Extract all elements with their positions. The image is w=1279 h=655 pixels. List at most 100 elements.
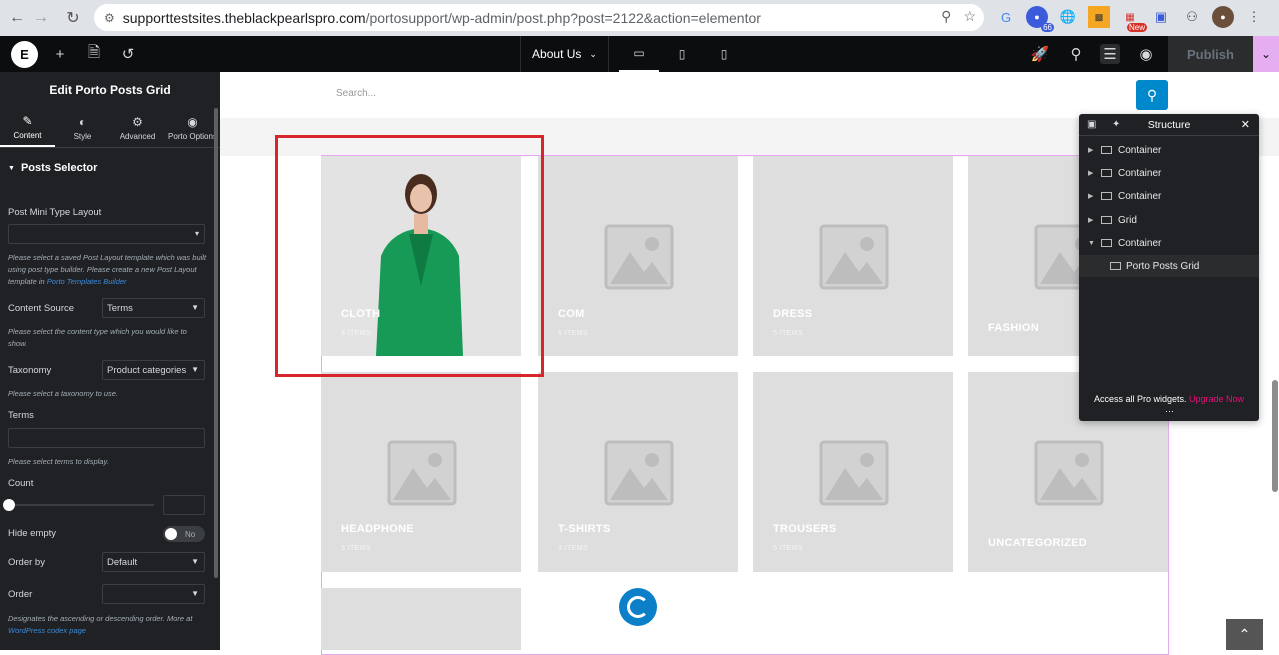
caret-down-icon: ▼ [8, 164, 15, 172]
back-icon[interactable]: ← [4, 5, 30, 31]
tablet-view-icon[interactable]: ▯ [662, 36, 702, 72]
image-placeholder-icon [604, 440, 674, 506]
container-icon [1101, 146, 1112, 154]
count-slider-track[interactable] [8, 504, 154, 506]
count-input[interactable] [163, 495, 205, 515]
gear-icon: ⚙ [132, 114, 143, 129]
order-help: Designates the ascending or descending o… [8, 614, 193, 635]
contrast-icon: ◐ [78, 114, 87, 129]
browser-menu-icon[interactable]: ⋮ [1243, 6, 1265, 28]
profile-avatar[interactable]: ● [1212, 6, 1234, 28]
caret-right-icon: ▶ [1088, 147, 1094, 154]
caret-down-icon: ▼ [191, 365, 199, 374]
caret-down-icon: ▼ [191, 303, 199, 312]
extension-icon[interactable]: ▩ [1088, 6, 1110, 28]
translate-extension-icon[interactable]: G [995, 6, 1017, 28]
category-tile[interactable]: TROUSERS 5 ITEMS [753, 372, 953, 572]
page-scrollbar[interactable] [1272, 380, 1278, 492]
terms-help: Please select terms to display. [8, 457, 109, 466]
tab-advanced[interactable]: ⚙ Advanced [110, 108, 165, 147]
category-tile[interactable] [321, 588, 521, 650]
category-tile[interactable]: COM 5 ITEMS [538, 156, 738, 356]
page-settings-icon[interactable]: 🗎 [84, 44, 104, 64]
post-mini-type-select[interactable]: ▾ [8, 224, 205, 244]
pencil-icon: ✎ [22, 113, 33, 128]
notifications-icon[interactable]: 🚀 [1030, 44, 1050, 64]
caret-down-icon: ▼ [191, 557, 199, 566]
category-tile[interactable]: DRESS 5 ITEMS [753, 156, 953, 356]
extension-icon[interactable]: ● 66 [1026, 6, 1054, 32]
upgrade-now-link[interactable]: Upgrade Now [1189, 394, 1244, 404]
hide-empty-label: Hide empty [8, 528, 57, 539]
site-info-icon[interactable]: ⚙ [104, 11, 115, 25]
close-icon[interactable]: ✕ [1241, 118, 1250, 131]
structure-navigator: ▣ ✦ Structure ✕ ▶ Container ▶ Container ▶ C… [1079, 114, 1259, 421]
mobile-view-icon[interactable]: ▯ [704, 36, 744, 72]
history-icon[interactable]: ↺ [118, 44, 138, 64]
image-placeholder-icon [387, 440, 457, 506]
extensions-puzzle-icon[interactable]: ⚇ [1181, 6, 1203, 28]
container-icon [1101, 239, 1112, 247]
preview-eye-icon[interactable]: ◉ [1136, 44, 1156, 64]
search-button[interactable]: ⚲ [1136, 80, 1168, 110]
caret-down-icon: ▾ [194, 229, 199, 238]
tab-style[interactable]: ◐ Style [55, 108, 110, 147]
structure-icon[interactable]: ☰ [1100, 44, 1120, 64]
editor-panel: Edit Porto Posts Grid ✎ Content ◐ Style ⚙ A… [0, 72, 220, 650]
caret-right-icon: ▶ [1088, 170, 1094, 177]
more-options-icon[interactable]: ⋯ [1165, 406, 1174, 417]
elementor-logo[interactable]: E [11, 41, 38, 68]
page-selector[interactable]: About Us ⌄ [520, 36, 609, 72]
order-select[interactable]: ▼ [102, 584, 205, 604]
scroll-to-top-button[interactable]: ⌃ [1226, 619, 1263, 650]
taxonomy-help: Please select a taxonomy to use. [8, 389, 119, 398]
wordpress-codex-link[interactable]: WordPress codex page [8, 626, 86, 635]
chevron-up-icon: ⌃ [1238, 626, 1251, 642]
taxonomy-select[interactable]: Product categories ▼ [102, 360, 205, 380]
desktop-view-icon[interactable]: ▭ [619, 36, 659, 72]
highlight-annotation-box [275, 135, 544, 377]
structure-header: ▣ ✦ Structure ✕ [1079, 114, 1259, 136]
globe-extension-icon[interactable]: 🌐 [1057, 6, 1079, 28]
caret-right-icon: ▶ [1088, 217, 1094, 224]
structure-item-grid[interactable]: ▶ Grid [1079, 209, 1259, 231]
structure-item-container[interactable]: ▶ Container [1079, 162, 1259, 184]
widget-icon [1110, 262, 1121, 270]
tab-porto-options[interactable]: ◉ Porto Options [165, 108, 220, 147]
search-icon[interactable]: ⚲ [1066, 44, 1086, 64]
panel-tabs: ✎ Content ◐ Style ⚙ Advanced ◉ Porto Options [0, 108, 220, 148]
search-input[interactable]: Search... [336, 88, 376, 99]
hide-empty-toggle[interactable]: No [163, 526, 205, 542]
section-posts-selector[interactable]: ▼ Posts Selector [0, 154, 220, 182]
upgrade-notice: Access all Pro widgets. Upgrade Now [1093, 394, 1245, 404]
structure-item-porto-posts-grid[interactable]: Porto Posts Grid [1079, 255, 1259, 277]
panel-title: Edit Porto Posts Grid [49, 83, 171, 97]
count-slider-handle[interactable] [3, 499, 15, 511]
extension-icon[interactable]: ▣ [1150, 6, 1172, 28]
publish-options-chevron-icon[interactable]: ⌄ [1253, 36, 1279, 72]
terms-input[interactable] [8, 428, 205, 448]
structure-item-container[interactable]: ▶ Container [1079, 139, 1259, 161]
tab-content[interactable]: ✎ Content [0, 108, 55, 147]
reload-icon[interactable]: ↻ [60, 5, 86, 31]
address-bar[interactable]: ⚙ supporttestsites.theblackpearlspro.com… [94, 4, 984, 31]
taxonomy-label: Taxonomy [8, 365, 52, 376]
forward-icon[interactable]: → [28, 5, 54, 31]
order-by-select[interactable]: Default ▼ [102, 552, 205, 572]
image-placeholder-icon [604, 224, 674, 290]
structure-item-container[interactable]: ▶ Container [1079, 185, 1259, 207]
publish-button[interactable]: Publish [1168, 36, 1253, 72]
zoom-icon[interactable]: ⚲ [941, 8, 951, 25]
content-source-select[interactable]: Terms ▼ [102, 298, 205, 318]
porto-options-icon: ◉ [187, 114, 198, 129]
panel-scrollbar[interactable] [214, 108, 218, 578]
grid-icon [1101, 216, 1112, 224]
category-tile[interactable]: HEADPHONE 3 ITEMS [321, 372, 521, 572]
caret-down-icon: ▼ [191, 589, 199, 598]
extension-icon[interactable]: ▦ New [1119, 6, 1147, 32]
category-tile[interactable]: T-SHIRTS 3 ITEMS [538, 372, 738, 572]
bookmark-star-icon[interactable]: ☆ [963, 8, 976, 25]
porto-templates-builder-link[interactable]: Porto Templates Builder [47, 277, 127, 286]
add-element-icon[interactable]: + [50, 44, 70, 64]
structure-item-container[interactable]: ▼ Container [1079, 232, 1259, 254]
